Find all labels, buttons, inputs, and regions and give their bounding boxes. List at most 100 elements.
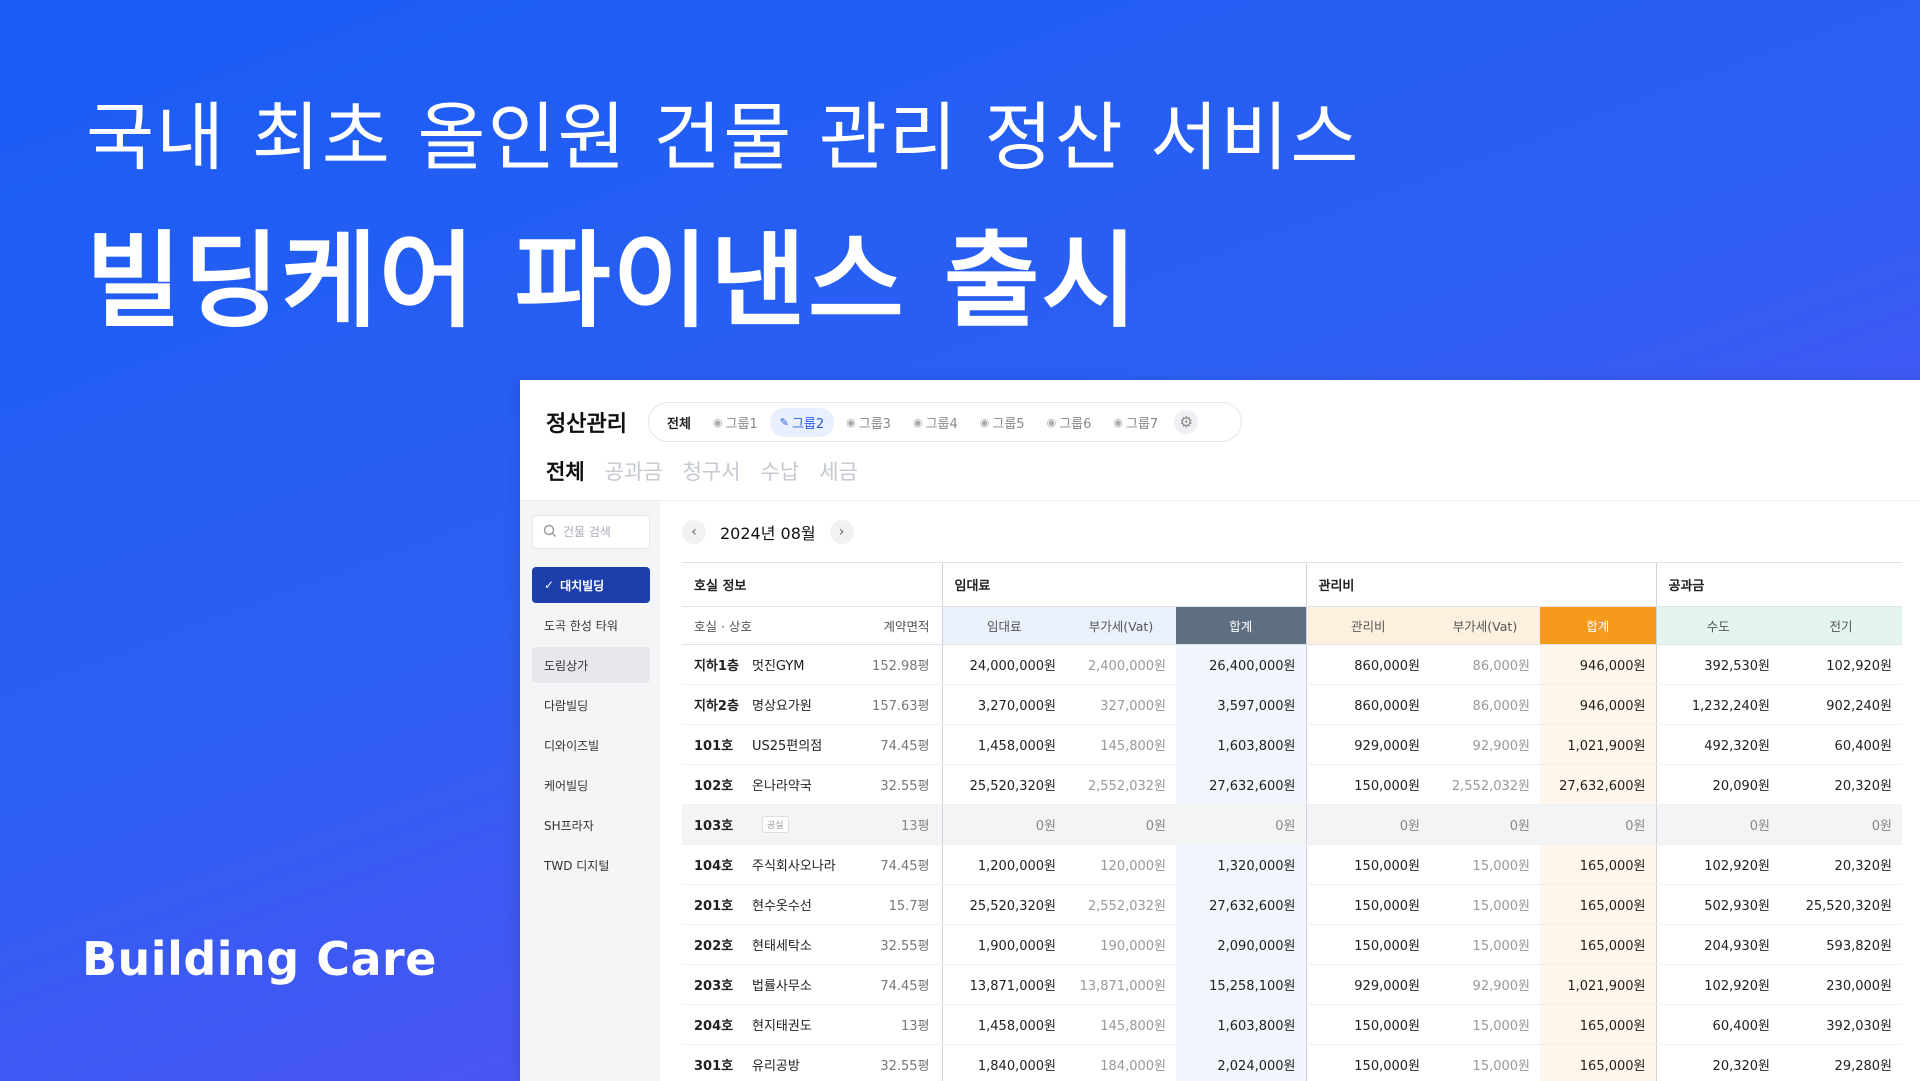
- cell-rent: 1,458,000원: [941, 724, 1066, 765]
- cell-value: 13평: [900, 1019, 930, 1034]
- table-row[interactable]: 104호 주식회사오나라 74.45평 1,200,000원 120,000원 1,320…: [682, 844, 1902, 885]
- cell-electricity: 0원: [1780, 804, 1902, 845]
- cell-value: 0원: [1275, 819, 1296, 834]
- headline-line1: 국내 최초 올인원 건물 관리 정산 서비스: [86, 95, 1361, 181]
- cell-room: 지하1층: [682, 644, 752, 685]
- cell-room: 지하2층: [682, 684, 752, 725]
- building-list: ✓ 대치빌딩 도곡 한성 타워 도림상가 다람빌딩 디와이즈빌 케어빌딩 SH프라…: [532, 567, 650, 887]
- cell-value: 120,000원: [1100, 859, 1166, 874]
- col-mgmt-total: 합계: [1540, 606, 1656, 645]
- search-input[interactable]: [563, 525, 643, 539]
- sidebar-item-label: 도곡 한성 타워: [544, 618, 618, 633]
- cell-value: 60,400원: [1712, 1019, 1770, 1034]
- cell-value: 102,920원: [1826, 659, 1892, 674]
- cell-value: 1,840,000원: [977, 1059, 1056, 1074]
- header-room-info: 호실 정보: [682, 562, 942, 607]
- table-row[interactable]: 202호 현태세탁소 32.55평 1,900,000원 190,000원 2,090,0…: [682, 924, 1902, 965]
- cell-tenant: 현지태권도: [752, 1004, 862, 1045]
- cell-rent-vat: 13,871,000원: [1066, 964, 1176, 1005]
- group-tab-all[interactable]: 전체: [657, 408, 701, 437]
- cell-room: 201호: [682, 884, 752, 925]
- table-row[interactable]: 101호 US25편의점 74.45평 1,458,000원 145,800원 1,603…: [682, 724, 1902, 765]
- cell-value: 392,030원: [1826, 1019, 1892, 1034]
- settlement-table-wrap: 호실 정보 임대료 관리비 공과금 호실 · 상호 계약면적 임대료 부가세(V…: [682, 562, 1902, 1081]
- cell-room: 104호: [682, 844, 752, 885]
- cell-value: 92,900원: [1472, 739, 1530, 754]
- cell-rent-vat: 120,000원: [1066, 844, 1176, 885]
- cell-value: 150,000원: [1354, 859, 1420, 874]
- sidebar-item-building[interactable]: 도림상가: [532, 647, 650, 683]
- cell-value: 190,000원: [1100, 939, 1166, 954]
- cell-tenant: 온나라약국: [752, 764, 862, 805]
- sidebar-item-building[interactable]: ✓ 대치빌딩: [532, 567, 650, 603]
- cell-mgmt-vat: 0원: [1430, 804, 1540, 845]
- cell-rent-total: 2,090,000원: [1176, 924, 1306, 965]
- cell-value: 20,320원: [1834, 779, 1892, 794]
- col-rent-total: 합계: [1176, 606, 1306, 645]
- cell-value: 204호: [694, 1019, 734, 1034]
- cell-mgmt-total: 165,000원: [1540, 1044, 1656, 1081]
- vacant-badge: 공실: [762, 816, 789, 833]
- eye-icon: ◉: [1046, 415, 1057, 429]
- table-row[interactable]: 102호 온나라약국 32.55평 25,520,320원 2,552,032원 27,6…: [682, 764, 1902, 805]
- group-tab-5[interactable]: ◉ 그룹5: [970, 408, 1035, 437]
- cell-value: 492,320원: [1704, 739, 1770, 754]
- table-row[interactable]: 301호 유리공방 32.55평 1,840,000원 184,000원 2,024,00…: [682, 1044, 1902, 1081]
- sidebar-item-building[interactable]: 다람빌딩: [532, 687, 650, 723]
- cell-value: 2,552,032원: [1451, 779, 1530, 794]
- col-electricity: 전기: [1780, 606, 1902, 645]
- group-tab-2[interactable]: ✎ 그룹2: [769, 407, 835, 437]
- cell-rent: 1,840,000원: [941, 1044, 1066, 1081]
- tab-invoices[interactable]: 청구서: [683, 456, 741, 486]
- cell-value: 29,280원: [1834, 1059, 1892, 1074]
- prev-month-button[interactable]: ‹: [682, 520, 706, 544]
- table-row[interactable]: 지하1층 멋진GYM 152.98평 24,000,000원 2,400,000원 26,…: [682, 644, 1902, 685]
- group-tab-1[interactable]: ◉ 그룹1: [703, 408, 768, 437]
- group-tab-label: 그룹1: [725, 416, 758, 432]
- tab-all[interactable]: 전체: [546, 456, 585, 486]
- cell-water: 204,930원: [1655, 924, 1780, 965]
- cell-electricity: 20,320원: [1780, 844, 1902, 885]
- table-row[interactable]: 203호 법률사무소 74.45평 13,871,000원 13,871,000원 15,…: [682, 964, 1902, 1005]
- gear-icon[interactable]: ⚙: [1174, 410, 1199, 434]
- cell-tenant: 주식회사오나라: [752, 844, 862, 885]
- cell-mgmt-total: 946,000원: [1540, 644, 1656, 685]
- cell-mgmt-vat: 86,000원: [1430, 684, 1540, 725]
- cell-electricity: 392,030원: [1780, 1004, 1902, 1045]
- cell-value: 1,603,800원: [1217, 739, 1296, 754]
- cell-rent-total: 2,024,000원: [1176, 1044, 1306, 1081]
- cell-mgmt-total: 165,000원: [1540, 1004, 1656, 1045]
- group-tab-6[interactable]: ◉ 그룹6: [1037, 408, 1102, 437]
- group-header-row: 호실 정보 임대료 관리비 공과금: [682, 562, 1902, 607]
- sidebar-item-building[interactable]: 도곡 한성 타워: [532, 607, 650, 643]
- sidebar-item-building[interactable]: 케어빌딩: [532, 767, 650, 803]
- cell-mgmt-total: 1,021,900원: [1540, 724, 1656, 765]
- table-row[interactable]: 201호 현수옷수선 15.7평 25,520,320원 2,552,032원 27,63…: [682, 884, 1902, 925]
- tab-taxes[interactable]: 세금: [819, 456, 858, 486]
- cell-mgmt-vat: 15,000원: [1430, 1004, 1540, 1045]
- cell-electricity: 60,400원: [1780, 724, 1902, 765]
- cell-mgmt-fee: 929,000원: [1305, 724, 1430, 765]
- tab-utilities[interactable]: 공과금: [605, 456, 663, 486]
- group-tab-3[interactable]: ◉ 그룹3: [836, 408, 901, 437]
- table-row[interactable]: 103호 공실 13평 0원 0원 0원 0원 0원 0원 0원 0원: [682, 804, 1902, 845]
- cell-electricity: 25,520,320원: [1780, 884, 1902, 925]
- group-tab-4[interactable]: ◉ 그룹4: [903, 408, 968, 437]
- cell-mgmt-fee: 150,000원: [1305, 844, 1430, 885]
- cell-rent-total: 15,258,100원: [1176, 964, 1306, 1005]
- tab-receipts[interactable]: 수납: [761, 456, 800, 486]
- cell-rent-total: 27,632,600원: [1176, 884, 1306, 925]
- cell-mgmt-fee: 150,000원: [1305, 1004, 1430, 1045]
- sidebar-item-building[interactable]: SH프라자: [532, 807, 650, 843]
- cell-value: 150,000원: [1354, 1059, 1420, 1074]
- group-tab-label: 그룹3: [858, 416, 891, 432]
- sidebar-item-building[interactable]: TWD 디지털: [532, 847, 650, 883]
- group-tab-7[interactable]: ◉ 그룹7: [1103, 408, 1168, 437]
- table-row[interactable]: 204호 현지태권도 13평 1,458,000원 145,800원 1,603,800원…: [682, 1004, 1902, 1045]
- table-row[interactable]: 지하2층 명상요가원 157.63평 3,270,000원 327,000원 3,597,…: [682, 684, 1902, 725]
- sidebar-item-building[interactable]: 디와이즈빌: [532, 727, 650, 763]
- cell-value: 2,090,000원: [1217, 939, 1296, 954]
- cell-value: 103호: [694, 819, 734, 834]
- next-month-button[interactable]: ›: [829, 520, 854, 544]
- cell-mgmt-fee: 150,000원: [1305, 1044, 1430, 1081]
